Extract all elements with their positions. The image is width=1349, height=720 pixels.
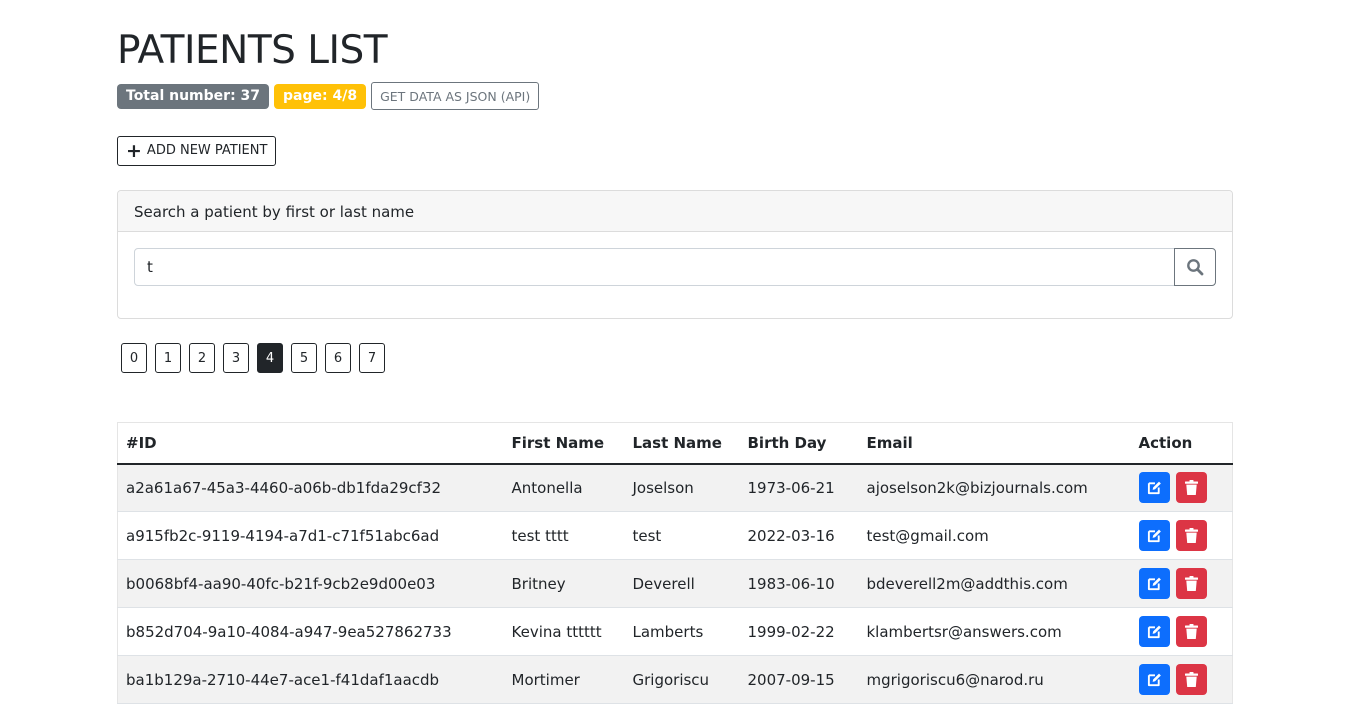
cell-birth: 1983-06-10 (739, 559, 859, 608)
cell-id: a2a61a67-45a3-4460-a06b-db1fda29cf32 (117, 463, 504, 512)
table-row: a2a61a67-45a3-4460-a06b-db1fda29cf32 Anto… (117, 463, 1233, 512)
cell-email: bdeverell2m@addthis.com (858, 559, 1131, 608)
edit-icon (1147, 577, 1161, 591)
row-actions (1138, 472, 1225, 504)
table-row: b0068bf4-aa90-40fc-b21f-9cb2e9d00e03 Brit… (117, 559, 1233, 608)
page-badge: page: 4/8 (274, 83, 367, 109)
search-card: Search a patient by first or last name (117, 190, 1233, 319)
edit-patient-button[interactable] (1138, 568, 1170, 599)
cell-birth: 1973-06-21 (739, 463, 859, 512)
trash-icon (1184, 528, 1198, 543)
cell-last: Lamberts (624, 607, 740, 656)
cell-first: test tttt (503, 511, 625, 560)
cell-birth: 1999-02-22 (739, 607, 859, 656)
cell-id: b852d704-9a10-4084-a947-9ea527862733 (117, 607, 504, 656)
cell-first: Mortimer (503, 655, 625, 704)
edit-patient-button[interactable] (1138, 616, 1170, 647)
header-action: Action (1130, 422, 1233, 465)
patients-table: #ID First Name Last Name Birth Day Email… (117, 422, 1233, 704)
edit-icon (1147, 673, 1161, 687)
edit-patient-button[interactable] (1138, 664, 1170, 695)
search-card-header: Search a patient by first or last name (118, 191, 1232, 232)
cell-email: mgrigoriscu6@narod.ru (858, 655, 1131, 704)
cell-action (1130, 559, 1233, 608)
cell-email: klambertsr@answers.com (858, 607, 1131, 656)
cell-birth: 2022-03-16 (739, 511, 859, 560)
table-row: ba1b129a-2710-44e7-ace1-f41daf1aacdb Mort… (117, 655, 1233, 704)
row-actions (1138, 616, 1225, 647)
search-button[interactable] (1174, 248, 1216, 286)
delete-patient-button[interactable] (1175, 568, 1207, 599)
search-row (134, 248, 1216, 286)
delete-patient-button[interactable] (1175, 664, 1207, 695)
page-button-7[interactable]: 7 (359, 343, 385, 373)
add-new-patient-button[interactable]: + ADD NEW PATIENT (117, 136, 277, 166)
add-new-patient-label: ADD NEW PATIENT (146, 143, 268, 158)
search-icon (1187, 259, 1204, 276)
table-row: a915fb2c-9119-4194-a7d1-c71f51abc6ad test… (117, 511, 1233, 560)
header-last-name: Last Name (624, 422, 740, 465)
delete-patient-button[interactable] (1175, 472, 1207, 504)
cell-first: Britney (503, 559, 625, 608)
cell-last: test (624, 511, 740, 560)
trash-icon (1184, 624, 1198, 639)
cell-first: Kevina tttttt (503, 607, 625, 656)
page-button-2[interactable]: 2 (189, 343, 215, 373)
cell-action (1130, 511, 1233, 560)
page-button-4[interactable]: 4 (257, 343, 283, 373)
row-actions (1138, 568, 1225, 599)
cell-email: test@gmail.com (858, 511, 1131, 560)
row-actions (1138, 520, 1225, 551)
get-json-api-button[interactable]: GET DATA AS JSON (API) (371, 82, 540, 110)
page-button-1[interactable]: 1 (155, 343, 181, 373)
trash-icon (1184, 480, 1198, 496)
page-button-3[interactable]: 3 (223, 343, 249, 373)
page-button-6[interactable]: 6 (325, 343, 351, 373)
page-button-5[interactable]: 5 (291, 343, 317, 373)
edit-icon (1147, 481, 1161, 495)
trash-icon (1184, 672, 1198, 687)
delete-patient-button[interactable] (1175, 520, 1207, 551)
cell-action (1130, 607, 1233, 656)
cell-first: Antonella (503, 463, 625, 512)
row-actions (1138, 664, 1225, 695)
search-input[interactable] (134, 248, 1175, 286)
header-email: Email (858, 422, 1131, 465)
table-header-row: #ID First Name Last Name Birth Day Email… (117, 422, 1233, 465)
trash-icon (1184, 576, 1198, 591)
cell-id: a915fb2c-9119-4194-a7d1-c71f51abc6ad (117, 511, 504, 560)
header-id: #ID (117, 422, 504, 465)
cell-action (1130, 463, 1233, 512)
delete-patient-button[interactable] (1175, 616, 1207, 647)
edit-icon (1147, 625, 1161, 639)
cell-last: Joselson (624, 463, 740, 512)
page-title: PATIENTS LIST (117, 28, 388, 73)
cell-id: ba1b129a-2710-44e7-ace1-f41daf1aacdb (117, 655, 504, 704)
header-birth-day: Birth Day (739, 422, 859, 465)
cell-birth: 2007-09-15 (739, 655, 859, 704)
edit-patient-button[interactable] (1138, 520, 1170, 551)
pagination: 01234567 (121, 343, 385, 373)
edit-icon (1147, 529, 1161, 543)
table-row: b852d704-9a10-4084-a947-9ea527862733 Kevi… (117, 607, 1233, 656)
edit-patient-button[interactable] (1138, 472, 1170, 504)
cell-email: ajoselson2k@bizjournals.com (858, 463, 1131, 512)
plus-icon: + (126, 140, 142, 162)
cell-id: b0068bf4-aa90-40fc-b21f-9cb2e9d00e03 (117, 559, 504, 608)
page-button-0[interactable]: 0 (121, 343, 147, 373)
cell-last: Grigoriscu (624, 655, 740, 704)
cell-action (1130, 655, 1233, 704)
total-count-badge: Total number: 37 (117, 83, 270, 109)
cell-last: Deverell (624, 559, 740, 608)
badge-row: Total number: 37 page: 4/8 GET DATA AS J… (117, 82, 540, 110)
header-first-name: First Name (503, 422, 625, 465)
